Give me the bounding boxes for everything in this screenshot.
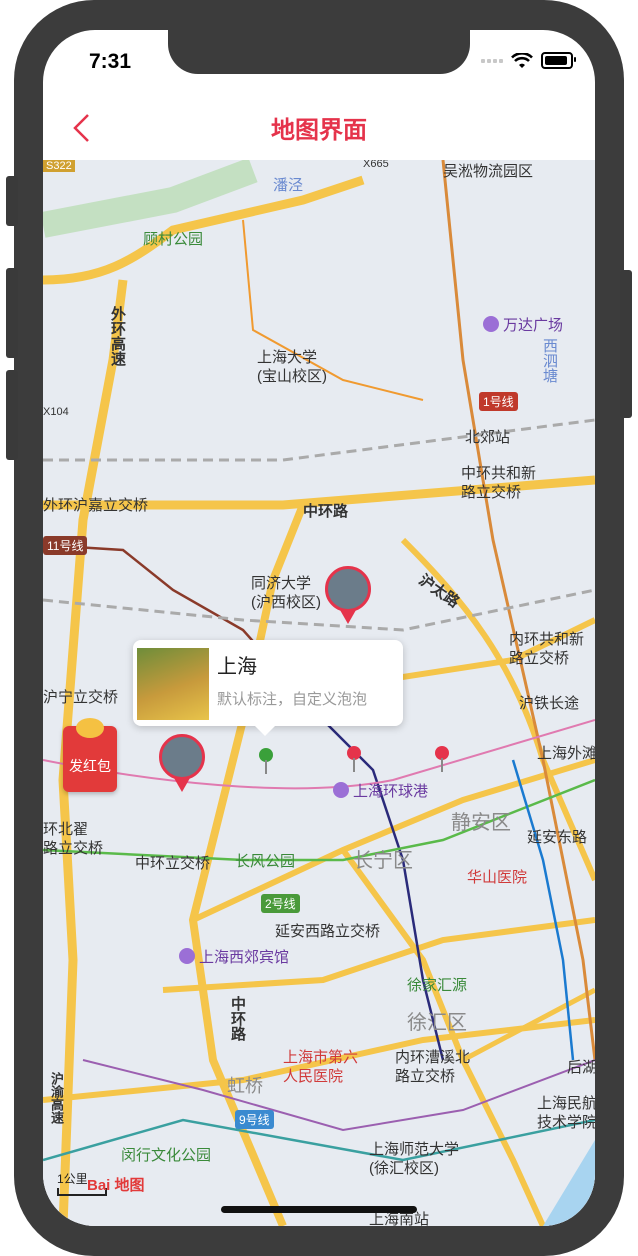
map-label-beijiao: 北郊站 (465, 429, 511, 446)
map-label-wanda-text: 万达广场 (503, 317, 564, 334)
map-label-huanqiu-text: 上海环球港 (353, 783, 429, 800)
page-title: 地图界面 (271, 117, 367, 144)
map-label-shanghai-waitan: 上海外滩 (537, 745, 595, 762)
pin-stem (441, 758, 443, 772)
map-label-huxi: 后湖 (567, 1059, 595, 1076)
map-label-zhonghuan-lijiao: 中环立交桥 (135, 855, 211, 872)
power-button (620, 270, 632, 418)
metro-line-11: 11号线 (43, 536, 88, 555)
avatar-pin-marker[interactable] (159, 734, 205, 792)
map-label-caoxi-w: 环北翟 路立交桥 (43, 821, 104, 857)
map-label-tongji: 同济大学 (沪西校区) (251, 575, 321, 611)
map-label-hospital6: 上海市第六 人民医院 (283, 1049, 359, 1085)
map-label-minhang-tech: 上海民航 技术学院 (537, 1095, 595, 1131)
map-label-zhonghuan-gongxin: 中环共和新 路立交桥 (461, 465, 537, 501)
volume-down-button (6, 370, 18, 460)
map-label-neihuan-gongxin: 内环共和新 路立交桥 (509, 631, 585, 667)
map-label-yanan-east: 延安东路 (527, 829, 588, 846)
red-packet-label: 发红包 (69, 758, 111, 774)
battery-icon (541, 52, 576, 69)
map-label-wusong: 吴淞物流园区 (443, 163, 534, 180)
map-label-waihuan-hujia: 外环沪嘉立交桥 (43, 497, 149, 514)
map-label-hutie: 沪铁长途 (519, 695, 580, 712)
red-packet-button[interactable]: 发红包 (63, 718, 117, 792)
map-label-huyu: 沪渝高速 (49, 1072, 64, 1124)
volume-up-button (6, 268, 18, 358)
map-scale-label: 1公里 (57, 1172, 88, 1186)
map-label-x104: X104 (43, 406, 69, 418)
map-label-waihuan-gao: 外环高速 (109, 306, 126, 366)
metro-line-9: 9号线 (235, 1110, 274, 1129)
map-label-x665: X665 (363, 160, 389, 170)
metro-line-2: 2号线 (261, 894, 300, 913)
map-label-huanqiu: 上海环球港 (333, 780, 428, 801)
map-label-huanlu: 中环路 (303, 503, 349, 520)
bubble-title: 上海 (217, 656, 257, 678)
status-time: 7:31 (89, 50, 132, 73)
shopping-icon (483, 316, 499, 332)
nav-bar: 地图界面 (43, 100, 595, 160)
map-label-yanan-west: 延安西路立交桥 (275, 923, 381, 940)
map-label-gucun: 顾村公园 (143, 231, 204, 248)
map-label-xijiao: 上海西郊宾馆 (179, 946, 289, 967)
mute-switch (6, 176, 18, 226)
signal-icon (481, 58, 503, 63)
map-label-minhang: 闵行文化公园 (121, 1147, 212, 1164)
map-label-huning: 沪宁立交桥 (43, 689, 119, 706)
map-label-changfeng: 长风公园 (235, 853, 296, 870)
map-label-shu: 上海大学 (宝山校区) (257, 349, 327, 385)
home-indicator[interactable] (221, 1206, 417, 1213)
bubble-photo (137, 648, 209, 720)
map-label-xijiao-text: 上海西郊宾馆 (199, 949, 290, 966)
map-label-xisitang: 西泗塘 (541, 338, 558, 383)
map-label-caoxi: 内环漕溪北 路立交桥 (395, 1049, 471, 1085)
baidu-logo: Bai 地图 (87, 1177, 145, 1194)
avatar-pin-marker[interactable] (325, 566, 371, 624)
map-label-wanda: 万达广场 (483, 314, 563, 335)
shopping-icon (333, 782, 349, 798)
pin-stem (353, 758, 355, 772)
hotel-icon (179, 948, 195, 964)
map-label-hongqiao: 虹桥 (227, 1076, 263, 1096)
map-label-shnu: 上海师范大学 (徐汇校区) (369, 1141, 460, 1177)
status-icons (481, 52, 576, 69)
metro-line-1: 1号线 (479, 392, 518, 411)
map-label-zhonghuan-road: 中环路 (229, 996, 246, 1041)
map-label-panjing: 潘泾 (273, 177, 304, 194)
map-label-changning: 长宁区 (353, 850, 413, 872)
pin-stem (265, 760, 267, 774)
notch (168, 30, 470, 74)
map-label-s322: S322 (43, 160, 75, 172)
map-view[interactable]: 顾村公园 吴淞物流园区 潘泾 X665 万达广场 上海大学 (宝山校区) 1号线… (43, 160, 595, 1226)
screen: 7:31 地图界面 顾村公园 吴淞物流园区 潘泾 X665 万达广场 上海大学 … (43, 30, 595, 1226)
bubble-subtitle: 默认标注，自定义泡泡 (217, 691, 368, 708)
coin-icon (76, 718, 104, 738)
map-label-xuhui: 徐汇区 (407, 1012, 467, 1034)
map-label-jingan: 静安区 (451, 812, 511, 834)
map-label-xujiahui: 徐家汇源 (407, 977, 468, 994)
callout-bubble[interactable]: 上海 默认标注，自定义泡泡 (133, 640, 403, 736)
wifi-icon (511, 52, 533, 68)
map-label-huashan: 华山医院 (467, 869, 528, 886)
